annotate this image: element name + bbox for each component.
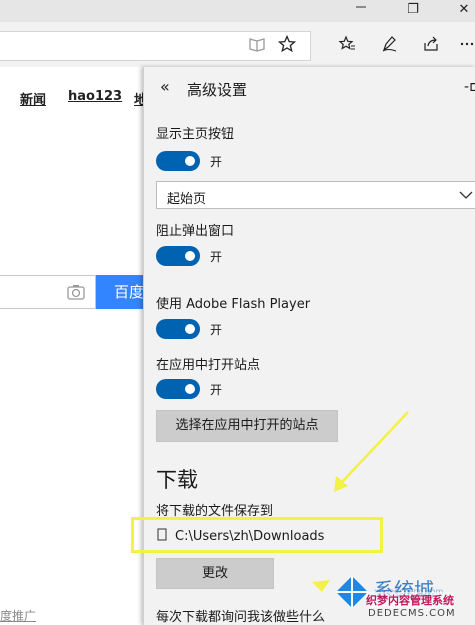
windows-logo-icon xyxy=(336,576,368,608)
watermark: 系统城 xitongcheng.com 织梦内容管理系统 DEDECMS.COM xyxy=(330,572,475,625)
watermark-site3: DEDECMS.COM xyxy=(368,608,456,619)
annotation-arrow xyxy=(312,411,409,592)
watermark-site2: 织梦内容管理系统 xyxy=(366,592,454,608)
